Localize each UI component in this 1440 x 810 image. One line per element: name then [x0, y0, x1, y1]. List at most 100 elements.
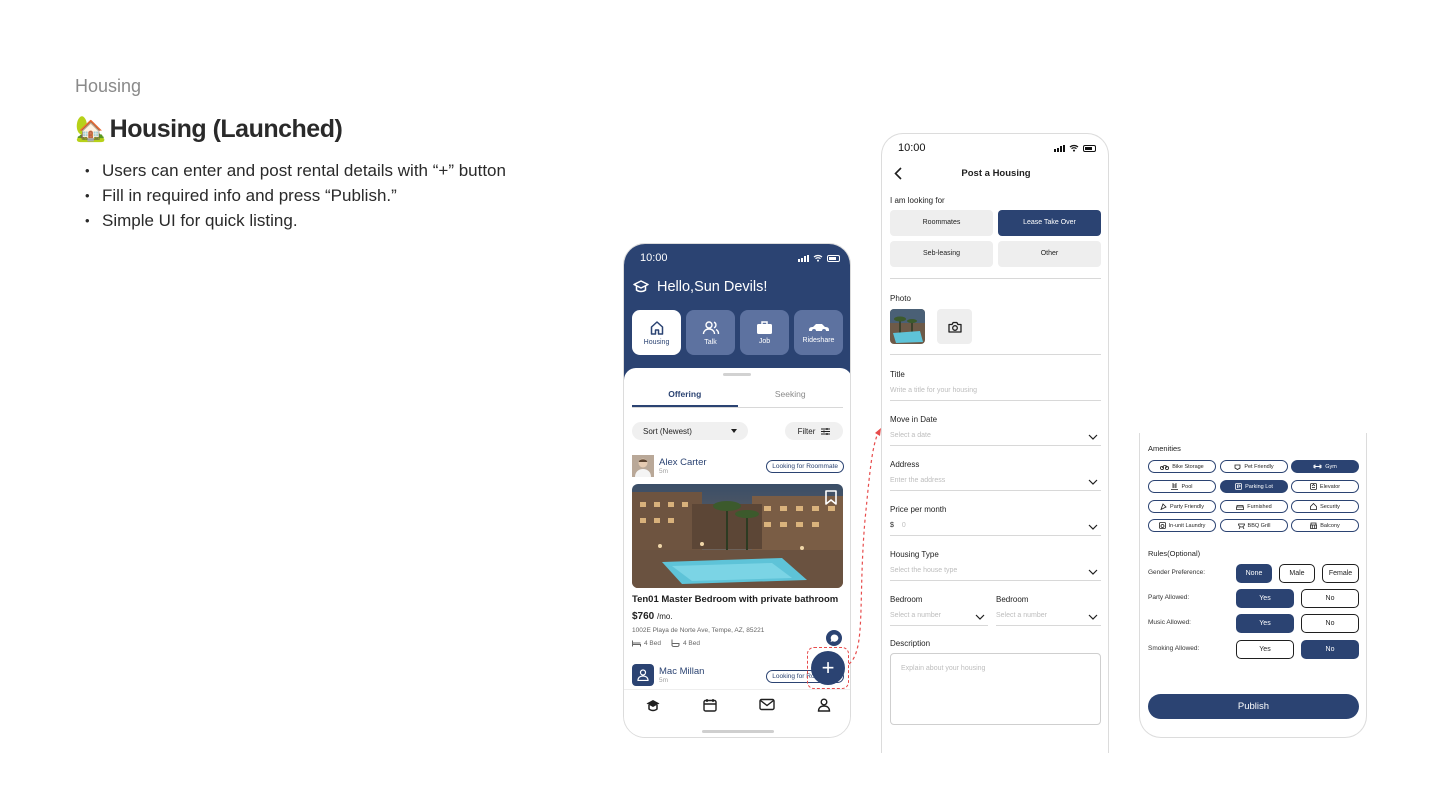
listing-photo[interactable] [632, 484, 843, 588]
party-icon [1160, 503, 1167, 510]
gender-preference-label: Gender Preference: [1148, 569, 1206, 576]
offering-seeking-tabs: Offering Seeking [632, 384, 843, 408]
amenity-gym[interactable]: Gym [1291, 460, 1359, 473]
pet-icon [1234, 464, 1241, 470]
option-sub-leasing[interactable]: Seb-leasing [890, 241, 993, 267]
filter-button[interactable]: Filter [785, 422, 843, 440]
mail-icon[interactable] [759, 698, 775, 711]
chat-button[interactable] [826, 630, 842, 646]
category-rideshare[interactable]: Rideshare [794, 310, 843, 355]
amenity-pool[interactable]: Pool [1148, 480, 1216, 493]
music-no-button[interactable]: No [1301, 614, 1359, 633]
address-label: Address [890, 460, 920, 469]
add-photo-button[interactable] [937, 309, 972, 344]
post-time: 5m [659, 677, 669, 684]
category-housing[interactable]: Housing [632, 310, 681, 355]
feed-header: 10:00 Hello,Sun Devils! Housing Talk Job [624, 244, 850, 384]
amenity-security[interactable]: Security [1291, 500, 1359, 513]
chevron-down-icon [1088, 524, 1098, 530]
profile-icon[interactable] [817, 698, 831, 712]
move-in-date-select[interactable]: Select a date [890, 432, 1101, 446]
section-label: Housing [75, 76, 142, 96]
elevator-icon [1310, 483, 1317, 490]
nav-bar: Post a Housing [882, 164, 1108, 184]
bullet-item: Simple UI for quick listing. [85, 208, 506, 233]
listing-title[interactable]: Ten01 Master Bedroom with private bathro… [632, 594, 838, 605]
amenity-pet-friendly[interactable]: Pet Friendly [1220, 460, 1288, 473]
option-roommates[interactable]: Roommates [890, 210, 993, 236]
amenity-furnished[interactable]: Furnished [1220, 500, 1288, 513]
amenity-party-friendly[interactable]: Party Friendly [1148, 500, 1216, 513]
category-nav: Housing Talk Job Rideshare [632, 310, 843, 355]
battery-icon [827, 254, 840, 262]
avatar [632, 664, 654, 686]
gender-none-button[interactable]: None [1236, 564, 1272, 583]
greeting-text: Hello,Sun Devils! [657, 279, 768, 295]
bedroom-label: Bedroom [996, 595, 1029, 604]
wifi-icon [813, 254, 823, 262]
sort-dropdown[interactable]: Sort (Newest) [632, 422, 748, 440]
photo-thumbnail[interactable] [890, 309, 925, 344]
currency-symbol: $ [890, 522, 894, 529]
gender-male-button[interactable]: Male [1279, 564, 1315, 583]
bike-icon [1160, 464, 1170, 470]
signal-icon [798, 254, 809, 262]
amenity-bbq-grill[interactable]: BBQ Grill [1220, 519, 1288, 532]
home-icon [650, 320, 663, 335]
post-author[interactable]: Mac Millan 5m [632, 664, 704, 686]
author-name: Mac Millan [659, 666, 705, 677]
amenity-bike-storage[interactable]: Bike Storage [1148, 460, 1216, 473]
bullet-item: Users can enter and post rental details … [85, 158, 506, 183]
category-talk[interactable]: Talk [686, 310, 735, 355]
caret-down-icon [731, 429, 737, 433]
graduation-cap-icon[interactable] [645, 698, 661, 714]
bedroom-select[interactable]: Select a number [996, 612, 1101, 626]
bedroom-select[interactable]: Select a number [890, 612, 988, 626]
calendar-icon[interactable] [703, 698, 717, 712]
listing-address: 1002E Playa de Norte Ave, Tempe, AZ, 852… [632, 627, 765, 634]
grill-icon [1237, 523, 1245, 529]
page-title-text: Housing (Launched) [109, 115, 343, 143]
signal-icon [1054, 144, 1065, 152]
chevron-down-icon [1088, 569, 1098, 575]
amenity-in-unit-laundry[interactable]: In-unit Laundry [1148, 519, 1216, 532]
housing-feed-screen: 10:00 Hello,Sun Devils! Housing Talk Job [623, 243, 851, 738]
description-label: Description [890, 639, 931, 648]
amenity-elevator[interactable]: Elevator [1291, 480, 1359, 493]
address-input[interactable]: Enter the address [890, 477, 1101, 491]
greeting: Hello,Sun Devils! [633, 279, 767, 295]
title-input[interactable]: Write a title for your housing [890, 387, 1101, 401]
pool-icon [1171, 483, 1179, 490]
music-yes-button[interactable]: Yes [1236, 614, 1294, 633]
price-input[interactable]: $ 0 [890, 522, 1101, 536]
status-time: 10:00 [640, 252, 668, 264]
home-indicator [702, 730, 774, 733]
post-author[interactable]: Alex Carter 5m [632, 455, 707, 477]
amenity-parking-lot[interactable]: Parking Lot [1220, 480, 1288, 493]
tab-offering[interactable]: Offering [632, 384, 738, 407]
bookmark-icon[interactable] [825, 490, 837, 505]
party-yes-button[interactable]: Yes [1236, 589, 1294, 608]
housing-type-select[interactable]: Select the house type [890, 567, 1101, 581]
option-other[interactable]: Other [998, 241, 1101, 267]
tab-seeking[interactable]: Seeking [738, 384, 844, 407]
category-job[interactable]: Job [740, 310, 789, 355]
divider [890, 278, 1101, 279]
smoking-yes-button[interactable]: Yes [1236, 640, 1294, 659]
gender-female-button[interactable]: Female [1322, 564, 1359, 583]
balcony-icon [1310, 522, 1318, 529]
profile-icon [637, 669, 649, 681]
description-textarea[interactable]: Explain about your housing [890, 653, 1101, 725]
car-icon [808, 323, 829, 333]
status-badge: Looking for Roommate [766, 460, 844, 473]
people-icon [702, 320, 719, 334]
option-lease-take-over[interactable]: Lease Take Over [998, 210, 1101, 236]
status-time: 10:00 [898, 142, 926, 154]
drag-handle[interactable] [723, 373, 751, 376]
add-post-button[interactable]: + [811, 651, 845, 685]
party-no-button[interactable]: No [1301, 589, 1359, 608]
smoking-no-button[interactable]: No [1301, 640, 1359, 659]
amenity-balcony[interactable]: Balcony [1291, 519, 1359, 532]
publish-button[interactable]: Publish [1148, 694, 1359, 719]
wifi-icon [1069, 144, 1079, 152]
